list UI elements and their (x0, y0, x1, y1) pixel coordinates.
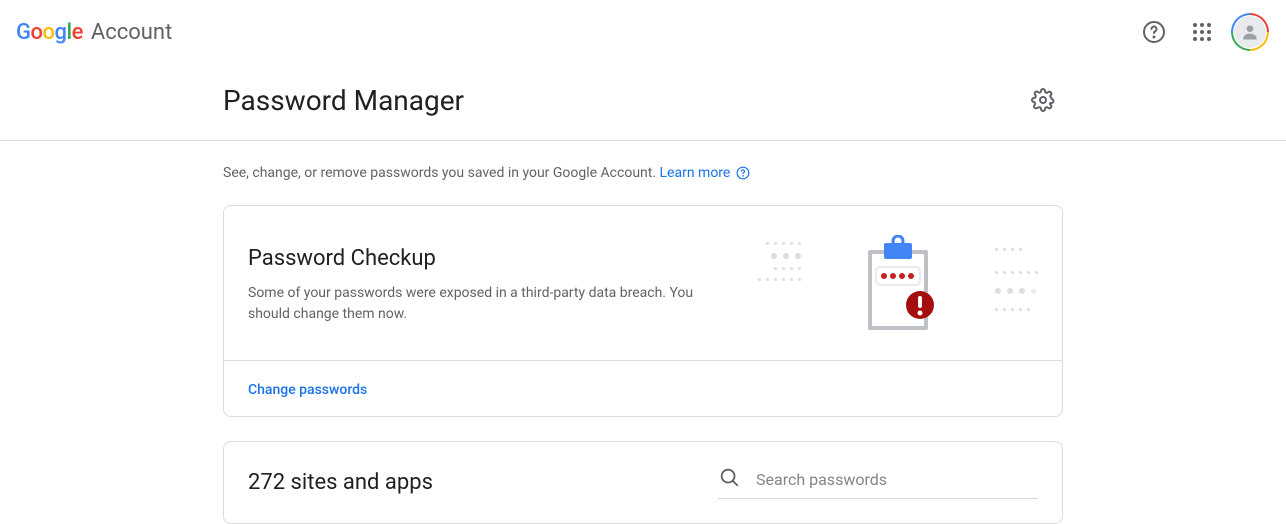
avatar[interactable] (1230, 12, 1270, 52)
intro-prefix: See, change, or remove passwords you sav… (223, 165, 660, 181)
brand-area[interactable]: Google Account (16, 20, 172, 45)
checkup-illustration (758, 230, 1038, 340)
apps-grid-icon[interactable] (1182, 12, 1222, 52)
password-checkup-card: Password Checkup Some of your passwords … (223, 205, 1063, 417)
page-title: Password Manager (223, 84, 464, 117)
help-icon[interactable] (1134, 12, 1174, 52)
checkup-title: Password Checkup (248, 246, 718, 271)
search-box[interactable] (718, 466, 1038, 499)
search-icon (718, 466, 740, 492)
help-inline-icon (736, 166, 750, 180)
learn-more-label: Learn more (660, 165, 731, 181)
checkup-description: Some of your passwords were exposed in a… (248, 283, 718, 325)
sites-card: 272 sites and apps (223, 441, 1063, 524)
intro-text: See, change, or remove passwords you sav… (223, 165, 1063, 181)
learn-more-link[interactable]: Learn more (660, 165, 750, 181)
search-input[interactable] (756, 470, 1038, 489)
change-passwords-button[interactable]: Change passwords (248, 382, 367, 398)
google-logo: Google (16, 20, 83, 45)
product-label: Account (91, 20, 172, 45)
gear-icon[interactable] (1023, 80, 1063, 120)
clipboard-alert-icon (858, 235, 938, 335)
sites-title: 272 sites and apps (248, 470, 433, 495)
